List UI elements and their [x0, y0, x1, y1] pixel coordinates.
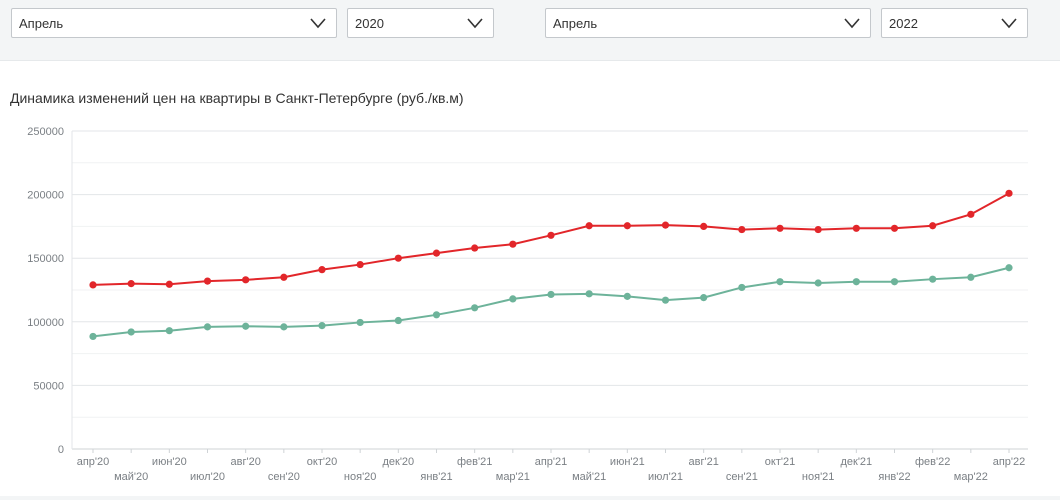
data-point [127, 328, 135, 336]
data-point [700, 294, 708, 302]
x-tick-label: апр'21 [535, 456, 568, 468]
x-tick-label: май'21 [572, 471, 606, 483]
data-point [242, 276, 250, 284]
data-point [776, 224, 784, 232]
x-tick-label: сен'21 [726, 471, 758, 483]
chart-title: Динамика изменений цен на квартиры в Сан… [10, 90, 464, 106]
chevron-down-icon [1001, 18, 1017, 29]
x-tick-label: дек'20 [382, 456, 414, 468]
data-point [203, 323, 212, 331]
x-tick-label: июн'20 [152, 456, 187, 468]
data-point [242, 322, 250, 330]
x-tick-label: июл'21 [648, 471, 683, 483]
data-point [203, 277, 212, 285]
data-point [967, 273, 975, 281]
x-tick-label: окт'21 [765, 456, 795, 468]
data-point [471, 244, 479, 252]
x-tick-label: апр'22 [993, 456, 1026, 468]
data-point [280, 323, 288, 331]
data-point [165, 327, 173, 335]
filter-bar: Апрель 2020 Апрель 2022 [0, 0, 1060, 61]
data-point [623, 292, 631, 300]
data-point [89, 281, 97, 289]
data-point [929, 275, 937, 283]
data-point [89, 332, 97, 341]
chevron-down-icon [467, 18, 483, 29]
end-month-select[interactable]: Апрель [545, 8, 871, 38]
data-point [700, 222, 708, 230]
data-point [585, 290, 593, 298]
x-tick-label: апр'20 [77, 456, 110, 468]
end-month-value: Апрель [553, 16, 598, 31]
data-point [394, 254, 402, 262]
data-point [852, 224, 860, 232]
x-tick-label: сен'20 [268, 471, 300, 483]
y-tick-label: 100000 [27, 317, 64, 329]
data-point [432, 311, 441, 319]
end-year-value: 2022 [889, 16, 918, 31]
data-point [509, 295, 517, 303]
y-tick-label: 0 [58, 444, 64, 456]
data-point [165, 280, 173, 288]
x-tick-label: фев'22 [915, 456, 950, 468]
data-point [280, 273, 288, 281]
data-point [661, 221, 670, 229]
bottom-strip [0, 496, 1060, 500]
x-tick-label: июн'21 [610, 456, 645, 468]
chevron-down-icon [844, 18, 860, 29]
x-tick-label: мар'21 [496, 471, 530, 483]
data-point [127, 280, 135, 288]
x-tick-label: авг'20 [231, 456, 261, 468]
y-tick-label: 250000 [27, 126, 64, 138]
data-point [318, 322, 326, 330]
data-point [814, 279, 822, 287]
x-tick-label: июл'20 [190, 471, 225, 483]
x-tick-label: янв'22 [878, 471, 910, 483]
start-year-select[interactable]: 2020 [347, 8, 494, 38]
start-year-value: 2020 [355, 16, 384, 31]
y-tick-label: 200000 [27, 190, 64, 202]
x-tick-label: мар'22 [954, 471, 988, 483]
data-point [776, 278, 784, 286]
data-point [318, 266, 326, 274]
data-point [814, 225, 822, 234]
start-month-value: Апрель [19, 16, 64, 31]
end-year-select[interactable]: 2022 [881, 8, 1028, 38]
data-point [661, 296, 670, 304]
x-tick-label: май'20 [114, 471, 148, 483]
x-tick-label: окт'20 [307, 456, 337, 468]
data-point [471, 304, 479, 312]
data-point [356, 318, 364, 327]
data-point [929, 222, 937, 230]
price-dynamics-chart: 250000 200000 150000 100000 50000 0 апр'20 май'… [27, 126, 1028, 483]
data-point [509, 240, 517, 248]
data-point [547, 290, 555, 299]
x-tick-label: дек'21 [840, 456, 872, 468]
y-tick-label: 150000 [27, 253, 64, 265]
x-tick-label: ноя'20 [344, 471, 376, 483]
x-tick-label: янв'21 [420, 471, 452, 483]
data-point [394, 316, 402, 325]
data-point [623, 222, 631, 230]
x-tick-label: ноя'21 [802, 471, 834, 483]
chevron-down-icon [310, 18, 326, 29]
data-point [1005, 189, 1013, 197]
data-point [432, 249, 441, 257]
x-tick-label: авг'21 [689, 456, 719, 468]
data-point [585, 222, 593, 230]
x-tick-label: фев'21 [457, 456, 492, 468]
data-point [738, 225, 746, 234]
start-month-select[interactable]: Апрель [11, 8, 337, 38]
data-point [890, 278, 899, 286]
data-point [890, 224, 899, 232]
y-tick-label: 50000 [33, 380, 64, 392]
data-point [852, 278, 860, 286]
data-point [967, 210, 975, 218]
data-point [738, 283, 746, 292]
series-line-1 [92, 192, 1010, 286]
data-point [1005, 264, 1013, 272]
data-point [547, 231, 555, 239]
series-line-2 [92, 266, 1010, 338]
data-point [356, 260, 364, 269]
